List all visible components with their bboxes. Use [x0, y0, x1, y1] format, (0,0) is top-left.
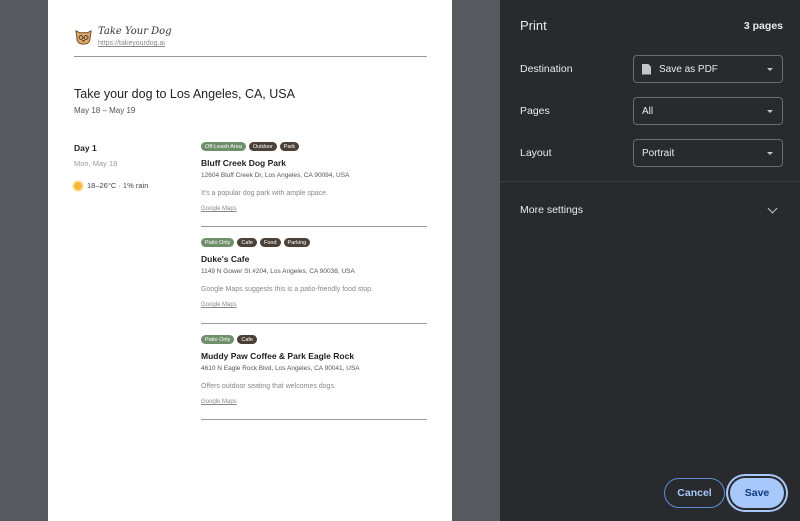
- cancel-button[interactable]: Cancel: [664, 478, 725, 508]
- place-name: Muddy Paw Coffee & Park Eagle Rock: [201, 351, 355, 361]
- place-name: Duke's Cafe: [201, 254, 250, 264]
- brand-header: Take Your Dog https://takeyourdog.ai: [74, 26, 172, 49]
- sun-icon: [74, 181, 82, 190]
- day-label: Day 1: [74, 143, 97, 153]
- place-address: 1149 N Gower St #204, Los Angeles, CA 90…: [201, 268, 355, 275]
- print-settings-panel: Print 3 pages Destination Save as PDF Pa…: [500, 0, 800, 521]
- tag-list: Patio Only Cafe Food Parking: [201, 238, 427, 247]
- google-maps-link[interactable]: Google Maps: [201, 399, 237, 405]
- brand-name: Take Your Dog: [98, 26, 172, 37]
- tag-list: Patio Only Cafe: [201, 335, 427, 344]
- page-count: 3 pages: [743, 20, 783, 32]
- place-divider: [201, 226, 427, 227]
- dropdown-caret-icon: [767, 67, 773, 71]
- document-icon: [642, 63, 651, 75]
- dropdown-caret-icon: [767, 109, 773, 113]
- tag-badge: Patio Only: [201, 238, 235, 247]
- more-settings-label: More settings: [520, 204, 584, 216]
- day-date: Mon, May 18: [74, 159, 118, 168]
- place-card: Patio Only Cafe Muddy Paw Coffee & Park …: [201, 335, 427, 408]
- destination-value: Save as PDF: [659, 63, 718, 75]
- place-address: 4610 N Eagle Rock Blvd, Los Angeles, CA …: [201, 365, 360, 372]
- destination-label: Destination: [520, 63, 573, 75]
- place-description: Google Maps suggests this is a patio-fri…: [201, 286, 373, 293]
- pages-label: Pages: [520, 105, 550, 117]
- weather-summary: 18–26°C · 1% rain: [74, 181, 148, 190]
- tag-badge: Cafe: [237, 335, 257, 344]
- tag-list: Off-Leash Area Outdoor Park: [201, 142, 427, 151]
- place-divider: [201, 419, 427, 420]
- more-settings-toggle[interactable]: More settings: [500, 196, 800, 224]
- chevron-down-icon: [767, 203, 778, 213]
- pages-value: All: [642, 105, 654, 117]
- print-preview-area: Take Your Dog https://takeyourdog.ai Tak…: [0, 0, 500, 521]
- tag-badge: Patio Only: [201, 335, 235, 344]
- destination-select[interactable]: Save as PDF: [633, 55, 783, 83]
- place-description: It's a popular dog park with ample space…: [201, 190, 329, 197]
- tag-badge: Park: [279, 142, 300, 151]
- place-divider: [201, 323, 427, 324]
- google-maps-link[interactable]: Google Maps: [201, 206, 237, 212]
- tag-badge: Outdoor: [248, 142, 277, 151]
- place-name: Bluff Creek Dog Park: [201, 158, 287, 168]
- weather-text: 18–26°C · 1% rain: [87, 181, 149, 190]
- settings-divider: [500, 181, 800, 182]
- layout-value: Portrait: [642, 147, 675, 159]
- dropdown-caret-icon: [767, 151, 773, 155]
- save-button[interactable]: Save: [730, 478, 784, 508]
- tag-badge: Off-Leash Area: [201, 142, 246, 151]
- google-maps-link[interactable]: Google Maps: [201, 302, 237, 308]
- preview-page: Take Your Dog https://takeyourdog.ai Tak…: [48, 0, 452, 521]
- tag-badge: Parking: [283, 238, 311, 247]
- layout-label: Layout: [520, 147, 552, 159]
- layout-select[interactable]: Portrait: [633, 139, 783, 167]
- trip-title: Take your dog to Los Angeles, CA, USA: [74, 87, 295, 101]
- header-divider: [74, 56, 427, 57]
- tag-badge: Cafe: [237, 238, 257, 247]
- panel-title: Print: [520, 18, 547, 33]
- tag-badge: Food: [260, 238, 281, 247]
- place-description: Offers outdoor seating that welcomes dog…: [201, 383, 336, 390]
- place-card: Patio Only Cafe Food Parking Duke's Cafe…: [201, 238, 427, 311]
- pages-select[interactable]: All: [633, 97, 783, 125]
- brand-url-link[interactable]: https://takeyourdog.ai: [98, 39, 172, 49]
- dog-logo-icon: [75, 30, 92, 45]
- trip-dates: May 18 – May 19: [74, 106, 136, 115]
- place-address: 12604 Bluff Creek Dr, Los Angeles, CA 90…: [201, 172, 350, 179]
- place-card: Off-Leash Area Outdoor Park Bluff Creek …: [201, 142, 427, 215]
